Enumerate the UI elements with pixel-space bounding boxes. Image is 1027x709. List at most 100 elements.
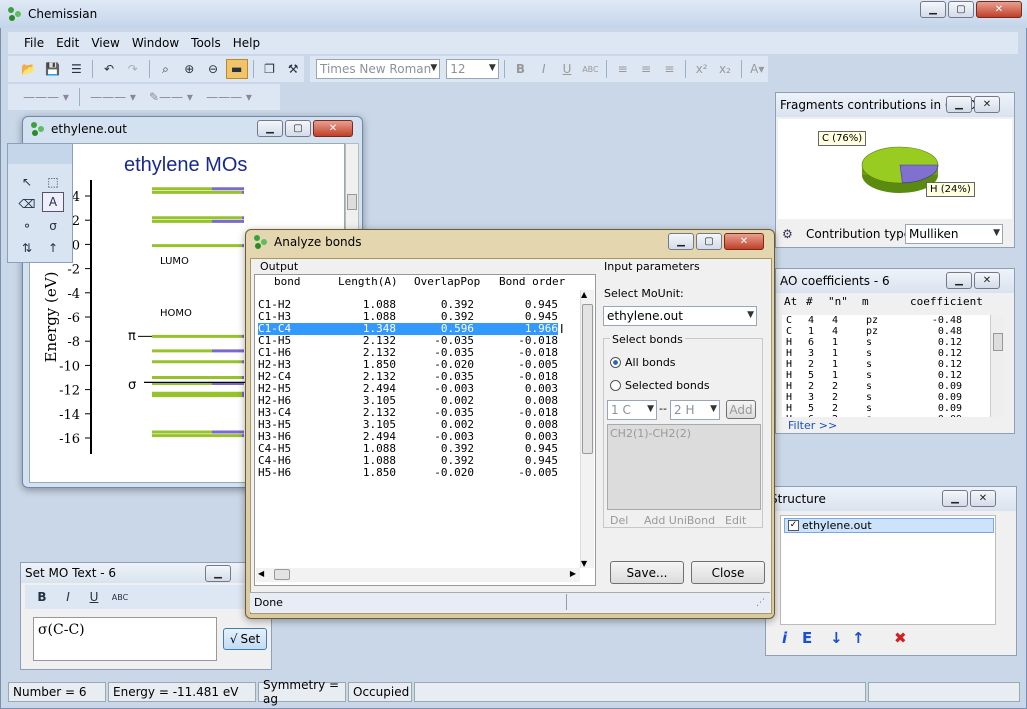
list-icon[interactable]: ☰	[65, 59, 87, 79]
pen-icon[interactable]: ✎—— ▾	[143, 87, 199, 107]
selected-bonds-radio[interactable]: Selected bonds	[610, 379, 710, 392]
structure-minimize[interactable]: ▁	[942, 490, 968, 507]
align-center-icon[interactable]: ≡	[635, 59, 656, 79]
bond-row[interactable]: H2-C4 2.132 -0.035 -0.018	[258, 371, 558, 383]
bond-row[interactable]: C1-H6 2.132 -0.035 -0.018	[258, 347, 558, 359]
bold-icon[interactable]: B	[510, 59, 531, 79]
bond-row[interactable]: H2-H6 3.105 0.002 0.008	[258, 395, 558, 407]
pointer-icon[interactable]: ↖	[16, 172, 38, 192]
bond-row[interactable]: H2-H3 1.850 -0.020 -0.005	[258, 359, 558, 371]
bond-row[interactable]: H3-H5 3.105 0.002 0.008	[258, 419, 558, 431]
menu-tools[interactable]: Tools	[185, 36, 227, 50]
ao-row[interactable]: H 3 1 s 0.12	[782, 348, 992, 359]
copy-icon[interactable]: ❐	[259, 59, 281, 79]
bond-row[interactable]: C1-H3 1.088 0.392 0.945	[258, 311, 558, 323]
analyze-close-button[interactable]: ✕	[724, 233, 764, 250]
tools-icon[interactable]: ⚒	[282, 59, 304, 79]
menu-help[interactable]: Help	[227, 36, 266, 50]
strike-icon[interactable]: ABC	[580, 59, 601, 79]
bond-row[interactable]: C1-H2 1.088 0.392 0.945	[258, 299, 558, 311]
bond-row[interactable]: H5-H6 1.850 -0.020 -0.005	[258, 467, 558, 479]
add-unibond-button[interactable]: Add UniBond	[644, 514, 715, 527]
fragments-close[interactable]: ✕	[974, 96, 1000, 113]
ao-row[interactable]: H 2 2 s 0.09	[782, 381, 992, 392]
setmo-strike-icon[interactable]: ABC	[109, 587, 131, 607]
set-button[interactable]: √ Set	[223, 628, 267, 650]
save-button[interactable]: Save...	[610, 561, 684, 584]
zoom-in-icon[interactable]: ⊕	[178, 59, 200, 79]
open-icon[interactable]: 📂	[18, 59, 40, 79]
add-button[interactable]: Add	[726, 400, 756, 419]
superscript-icon[interactable]: x²	[691, 59, 712, 79]
structure-close[interactable]: ✕	[970, 490, 996, 507]
ao-row[interactable]: C 4 4 pz -0.48	[782, 315, 992, 326]
edit-e-icon[interactable]: E	[802, 629, 812, 647]
structure-checkbox[interactable]: ✓	[788, 520, 799, 531]
bond-row[interactable]: H2-H5 2.494 -0.003 0.003	[258, 383, 558, 395]
bond-row[interactable]: H3-H6 2.494 -0.003 0.003	[258, 431, 558, 443]
zoom-out-icon[interactable]: ⊖	[202, 59, 224, 79]
setmo-minimize[interactable]: ▁	[205, 565, 231, 582]
atom1-combo[interactable]: 1 C ▼	[607, 400, 657, 420]
ao-row[interactable]: H 6 1 s 0.12	[782, 337, 992, 348]
output-vscroll[interactable]: ▲ ▼	[580, 290, 594, 568]
del-button[interactable]: Del	[610, 514, 628, 527]
mo-maximize-button[interactable]: ▢	[285, 120, 311, 137]
mo-close-button[interactable]: ✕	[313, 120, 353, 137]
select-rect-icon[interactable]: ⬚	[42, 172, 64, 192]
atom2-combo[interactable]: 2 H ▼	[670, 400, 720, 420]
line-color-icon[interactable]: ——— ▾	[201, 87, 257, 107]
minimize-button[interactable]: ▁	[920, 1, 946, 18]
menu-view[interactable]: View	[85, 36, 125, 50]
underline-icon[interactable]: U	[556, 59, 577, 79]
color-icon[interactable]: ▬	[225, 59, 248, 79]
mounit-combo[interactable]: ethylene.out ▼	[603, 306, 757, 326]
info-icon[interactable]: i	[782, 629, 787, 647]
ao-row[interactable]: C 1 4 pz 0.48	[782, 326, 992, 337]
bond-row[interactable]: H3-C4 2.132 -0.035 -0.018	[258, 407, 558, 419]
bond-row[interactable]: C4-H5 1.088 0.392 0.945	[258, 443, 558, 455]
ao-row[interactable]: H 5 2 s 0.09	[782, 403, 992, 414]
move-down-icon[interactable]: ↓	[830, 629, 843, 647]
size-combo[interactable]: 12 ▼	[446, 59, 499, 79]
bond-list[interactable]: CH2(1)-CH2(2)	[607, 424, 761, 510]
bond-row[interactable]: C1-H5 2.132 -0.035 -0.018	[258, 335, 558, 347]
analyze-maximize-button[interactable]: ▢	[696, 233, 722, 250]
contribution-type-combo[interactable]: Mulliken ▼	[905, 224, 1003, 244]
setmo-italic-icon[interactable]: I	[57, 587, 79, 607]
italic-icon[interactable]: I	[533, 59, 554, 79]
line-style-icon[interactable]: ——— ▾	[18, 87, 74, 107]
sigma-tool-icon[interactable]: σ	[42, 216, 64, 236]
close-button[interactable]: ✕	[976, 1, 1022, 18]
fragments-minimize[interactable]: ▁	[946, 96, 972, 113]
redo-icon[interactable]: ↷	[122, 59, 144, 79]
zoom-fit-icon[interactable]: ⌕	[155, 59, 177, 79]
bond-row[interactable]: C4-H6 1.088 0.392 0.945	[258, 455, 558, 467]
edit-button[interactable]: Edit	[725, 514, 746, 527]
line-width-icon[interactable]: ——— ▾	[85, 87, 141, 107]
save-icon[interactable]: 💾	[42, 59, 64, 79]
resize-grip-icon[interactable]: ⋰	[756, 598, 765, 608]
font-combo[interactable]: Times New Roman ▼	[316, 59, 441, 79]
font-color-icon[interactable]: A▾	[747, 59, 768, 79]
arrow-up-tool-icon[interactable]: ↑	[42, 238, 64, 258]
setmo-text-input[interactable]: σ(C-C)	[33, 617, 217, 661]
menu-window[interactable]: Window	[126, 36, 185, 50]
align-right-icon[interactable]: ≡	[659, 59, 680, 79]
output-hscroll[interactable]: ◀ ▶	[256, 568, 580, 582]
move-up-icon[interactable]: ↑	[852, 629, 865, 647]
bond-tool-icon[interactable]: ⚬	[16, 216, 38, 236]
ao-row[interactable]: H 6 2 s 0.09	[782, 414, 992, 417]
ao-row[interactable]: H 5 1 s 0.12	[782, 370, 992, 381]
structure-item[interactable]: ✓ ethylene.out	[784, 518, 994, 533]
ao-row[interactable]: H 3 2 s 0.09	[782, 392, 992, 403]
menu-edit[interactable]: Edit	[50, 36, 85, 50]
bond-row-selected[interactable]: C1-C4 1.348 0.596 1.966	[258, 323, 558, 335]
filter-link[interactable]: Filter >>	[788, 419, 837, 432]
setmo-bold-icon[interactable]: B	[31, 587, 53, 607]
menu-file[interactable]: File	[18, 36, 50, 50]
ao-scrollbar[interactable]	[990, 315, 1004, 417]
ao-row[interactable]: H 2 1 s 0.12	[782, 359, 992, 370]
ao-minimize[interactable]: ▁	[946, 272, 972, 289]
analyze-minimize-button[interactable]: ▁	[668, 233, 694, 250]
